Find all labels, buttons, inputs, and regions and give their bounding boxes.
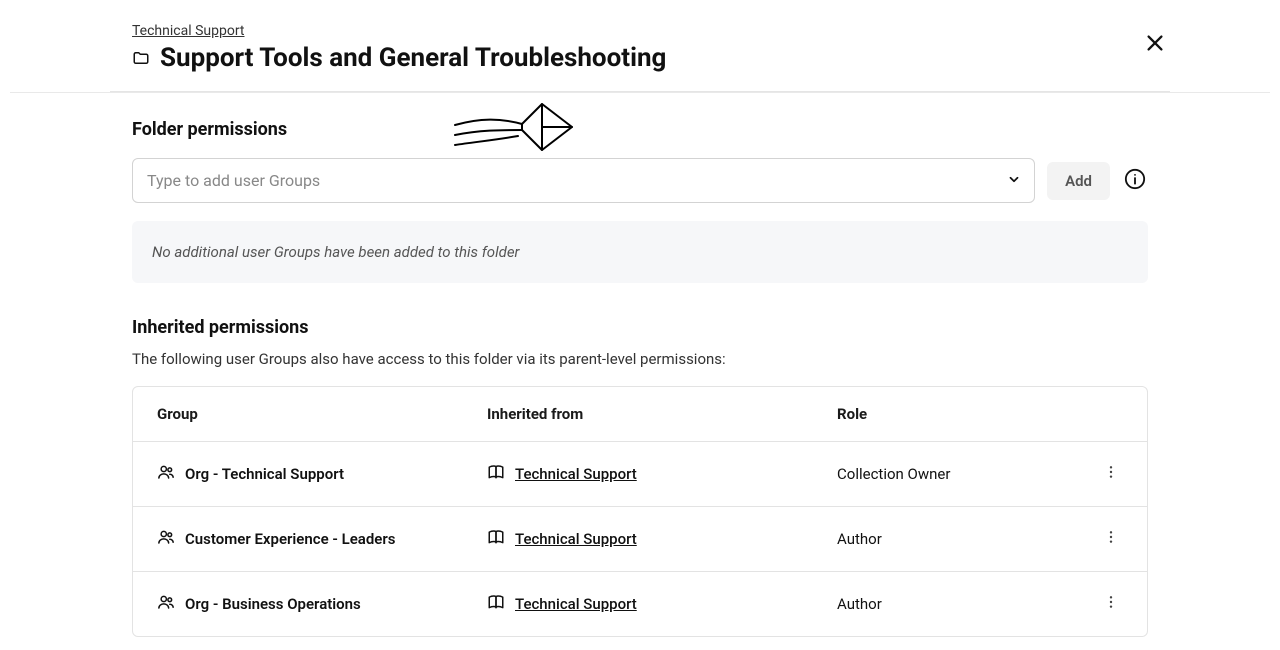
people-icon [157,593,175,615]
table-row: Org - Technical Support Technical Suppor… [133,442,1147,507]
close-button[interactable] [1140,28,1170,62]
inherited-permissions-heading: Inherited permissions [132,317,1148,338]
book-icon [487,528,505,550]
inherited-permissions-description: The following user Groups also have acce… [132,350,1148,368]
inherited-from-link[interactable]: Technical Support [515,530,637,548]
table-row: Org - Business Operations Technical Supp… [133,572,1147,636]
page-header: Technical Support Support Tools and Gene… [110,20,1170,92]
add-button[interactable]: Add [1047,162,1110,200]
table-row: Customer Experience - Leaders Technical … [133,507,1147,572]
book-icon [487,463,505,485]
empty-state-message: No additional user Groups have been adde… [132,221,1148,283]
more-vertical-icon [1103,534,1119,549]
column-header-group: Group [157,405,487,423]
book-icon [487,593,505,615]
row-actions-button[interactable] [1099,590,1123,618]
row-actions-button[interactable] [1099,460,1123,488]
breadcrumb-parent[interactable]: Technical Support [132,23,245,39]
role-value: Author [837,530,882,548]
column-header-role: Role [837,405,1093,423]
info-button[interactable] [1122,166,1148,196]
column-header-from: Inherited from [487,405,837,423]
role-value: Author [837,595,882,613]
info-icon [1124,168,1146,194]
inherited-from-link[interactable]: Technical Support [515,595,637,613]
more-vertical-icon [1103,469,1119,484]
inherited-from-link[interactable]: Technical Support [515,465,637,483]
folder-icon [132,49,150,67]
group-name: Org - Business Operations [185,595,361,613]
people-icon [157,463,175,485]
close-icon [1144,43,1166,58]
page-title: Support Tools and General Troubleshootin… [160,43,666,73]
user-group-select[interactable] [132,158,1035,203]
user-group-input[interactable] [132,158,1035,203]
folder-permissions-heading: Folder permissions [132,119,1148,140]
more-vertical-icon [1103,599,1119,614]
table-header: Group Inherited from Role [133,387,1147,442]
row-actions-button[interactable] [1099,525,1123,553]
group-name: Customer Experience - Leaders [185,530,395,548]
people-icon [157,528,175,550]
inherited-permissions-table: Group Inherited from Role [132,386,1148,637]
group-name: Org - Technical Support [185,465,344,483]
role-value: Collection Owner [837,465,950,483]
